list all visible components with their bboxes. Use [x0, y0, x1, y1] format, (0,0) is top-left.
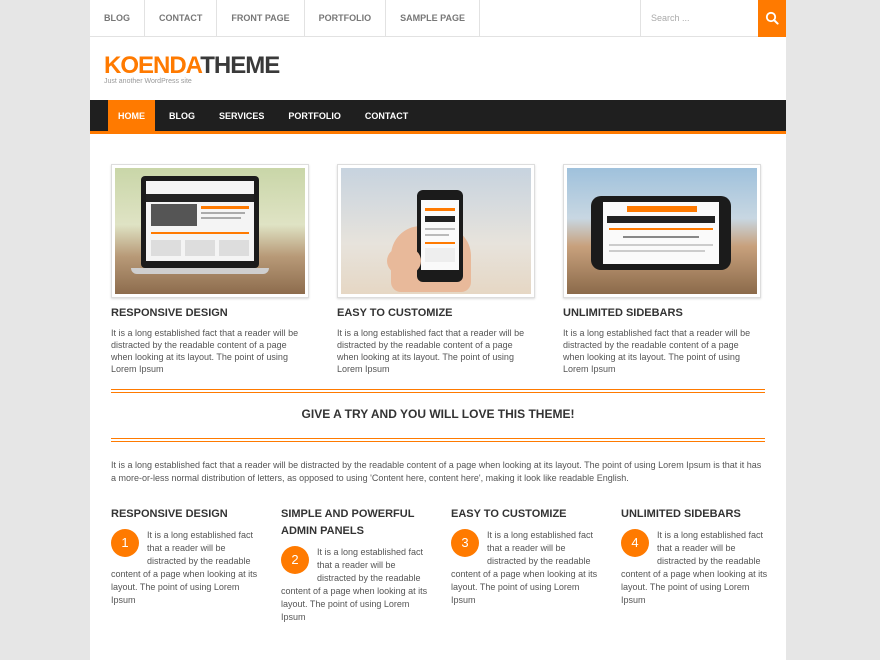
number-badge: 3 [451, 529, 479, 557]
top-nav-blog[interactable]: Blog [90, 0, 145, 37]
feature-image-phone-landscape[interactable] [563, 164, 761, 298]
column-2: Simple and Powerful Admin Panels 2 It is… [281, 506, 429, 624]
column-title: Simple and Powerful Admin Panels [281, 508, 415, 537]
feature-easy-to-customize: Easy to Customize It is a long establish… [337, 164, 535, 375]
main-nav-home[interactable]: Home [108, 100, 155, 131]
main-nav-contact[interactable]: Contact [355, 100, 418, 131]
column-1: Responsive Design 1 It is a long establi… [111, 506, 259, 607]
banner-rule-bottom [111, 438, 765, 442]
top-nav-sample-page[interactable]: Sample Page [386, 0, 481, 37]
column-3: Easy to Customize 3 It is a long establi… [451, 506, 599, 607]
feature-title: Easy to Customize [337, 307, 453, 319]
main-nav: Home Blog Services Portfolio Contact [90, 100, 786, 134]
top-nav-front-page[interactable]: Front Page [217, 0, 305, 37]
feature-text: It is a long established fact that a rea… [111, 328, 299, 374]
number-badge: 2 [281, 546, 309, 574]
intro-text: It is a long established fact that a rea… [111, 460, 762, 483]
column-title: Easy to Customize [451, 508, 567, 520]
number-badge: 1 [111, 529, 139, 557]
feature-unlimited-sidebars: Unlimited Sidebars It is a long establis… [563, 164, 761, 375]
column-title: Responsive Design [111, 508, 228, 520]
page: Blog Contact Front Page Portfolio Sample… [90, 0, 786, 660]
feature-text: It is a long established fact that a rea… [337, 328, 525, 374]
feature-title: Unlimited Sidebars [563, 307, 683, 319]
number-badge: 4 [621, 529, 649, 557]
top-nav: Blog Contact Front Page Portfolio Sample… [90, 0, 481, 37]
column-4: Unlimited Sidebars 4 It is a long establ… [621, 506, 769, 607]
search-icon [765, 11, 779, 25]
feature-title: Responsive Design [111, 307, 228, 319]
banner-rule-top [111, 389, 765, 393]
site-tagline: Just another WordPress site [104, 78, 192, 85]
banner-title: Give a try and you will love this theme! [301, 407, 575, 421]
top-nav-contact[interactable]: Contact [145, 0, 218, 37]
search-button[interactable] [758, 0, 786, 37]
feature-responsive-design: Responsive Design It is a long establish… [111, 164, 309, 375]
column-title: Unlimited Sidebars [621, 508, 741, 520]
site-logo[interactable]: KOENDATHEME [104, 52, 280, 80]
main-nav-blog[interactable]: Blog [159, 100, 205, 131]
feature-text: It is a long established fact that a rea… [563, 328, 751, 374]
feature-image-phone[interactable] [337, 164, 535, 298]
main-nav-portfolio[interactable]: Portfolio [278, 100, 351, 131]
logo-part2: THEME [200, 52, 280, 79]
top-bar: Blog Contact Front Page Portfolio Sample… [90, 0, 786, 37]
logo-part1: KOENDA [104, 52, 201, 79]
search-input[interactable]: Search ... [640, 0, 758, 37]
feature-image-laptop[interactable] [111, 164, 309, 298]
main-nav-services[interactable]: Services [209, 100, 274, 131]
top-nav-portfolio[interactable]: Portfolio [305, 0, 387, 37]
